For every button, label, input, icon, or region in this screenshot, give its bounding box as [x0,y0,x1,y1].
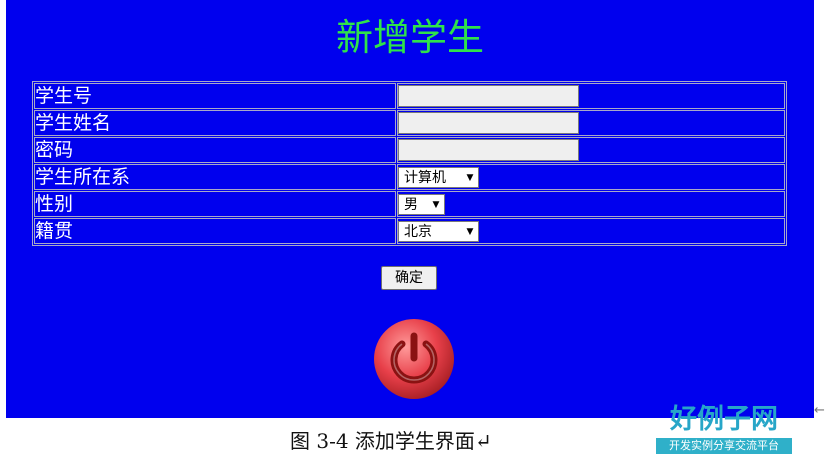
hometown-select-value: 北京 [404,223,432,240]
power-icon[interactable] [373,318,455,400]
return-arrow-icon: ← [814,403,825,418]
student-id-input[interactable] [398,85,579,107]
brand-name: 好例子网 [670,404,778,435]
password-label: 密码 [34,137,396,163]
student-form: 学生号 学生姓名 密码 学生所在系 计算机 ▼ 性别 男 ▼ 籍贯 北京 ▼ [32,81,787,246]
brand-tagline: 开发实例分享交流平台 [656,438,792,454]
password-input[interactable] [398,139,579,161]
form-row-hometown: 籍贯 北京 ▼ [34,218,785,244]
hometown-select[interactable]: 北京 ▼ [398,221,479,242]
student-name-input[interactable] [398,112,579,134]
form-row-password: 密码 [34,137,785,163]
form-row-gender: 性别 男 ▼ [34,191,785,217]
chevron-down-icon: ▼ [466,226,474,237]
hometown-label: 籍贯 [34,218,396,244]
form-row-student-name: 学生姓名 [34,110,785,136]
chevron-down-icon: ▼ [432,199,440,210]
form-row-department: 学生所在系 计算机 ▼ [34,164,785,190]
student-name-label: 学生姓名 [34,110,396,136]
department-select-value: 计算机 [404,169,446,186]
gender-select[interactable]: 男 ▼ [398,194,445,215]
page-title: 新增学生 [336,16,484,59]
gender-select-value: 男 [404,196,418,213]
department-select[interactable]: 计算机 ▼ [398,167,479,188]
department-label: 学生所在系 [34,164,396,190]
student-id-label: 学生号 [34,83,396,109]
chevron-down-icon: ▼ [466,172,474,183]
form-row-student-id: 学生号 [34,83,785,109]
add-student-screen: 新增学生 学生号 学生姓名 密码 学生所在系 计算机 ▼ 性别 男 ▼ 籍贯 北… [6,0,814,418]
figure-caption: 图 3-4 添加学生界面↵ [290,429,492,453]
gender-label: 性别 [34,191,396,217]
confirm-button[interactable]: 确定 [381,266,437,290]
brand-watermark: 好例子网 开发实例分享交流平台 [656,402,792,454]
